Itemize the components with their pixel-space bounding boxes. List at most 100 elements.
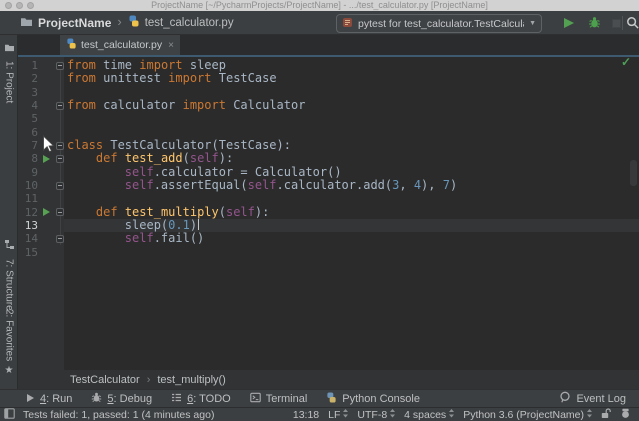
fold-marker-icon[interactable] xyxy=(56,155,64,163)
macos-titlebar: ProjectName [~/PycharmProjects/ProjectNa… xyxy=(0,0,639,11)
code-line[interactable]: 15 xyxy=(18,246,639,259)
code-text: def test_multiply(self): xyxy=(67,206,269,219)
python-file-icon xyxy=(128,14,140,32)
line-number: 1 xyxy=(20,59,38,72)
close-tab-icon[interactable]: × xyxy=(168,40,174,51)
breadcrumb-bar: TestCalculator › test_multiply() xyxy=(18,370,639,389)
tool-button-structure[interactable]: 7: Structure xyxy=(0,237,18,311)
inspections-ok-check-icon[interactable]: ✓ xyxy=(621,55,631,69)
code-line[interactable]: 12 def test_multiply(self): xyxy=(18,206,639,219)
line-number: 12 xyxy=(20,206,38,219)
code-text: class TestCalculator(TestCase): xyxy=(67,139,291,152)
tool-button-event-log[interactable]: Event Log xyxy=(559,390,626,408)
project-folder-icon xyxy=(20,14,33,32)
favorites-star-icon: ★ xyxy=(5,365,14,376)
code-line[interactable]: 13 sleep(0.1) xyxy=(18,219,639,232)
code-line[interactable]: 2 from unittest import TestCase xyxy=(18,72,639,85)
code-line[interactable]: 11 xyxy=(18,192,639,205)
debug-icon xyxy=(91,390,102,408)
editor-tab-test-calculator[interactable]: test_calculator.py × xyxy=(60,35,180,55)
editor-lines: 1from time import sleep2 from unittest im… xyxy=(18,59,639,259)
status-widget-label: UTF-8 xyxy=(357,409,387,421)
unlock-icon[interactable] xyxy=(601,408,611,421)
code-line[interactable]: 5 xyxy=(18,112,639,125)
run-test-gutter-icon[interactable] xyxy=(43,208,50,216)
toolbar-button-label: 4: Run xyxy=(40,393,72,405)
hector-inspector-icon[interactable] xyxy=(620,408,631,421)
terminal-icon xyxy=(250,390,261,408)
nav-chevron-icon: › xyxy=(116,14,122,31)
code-text: self.calculator = Calculator() xyxy=(67,166,342,179)
breadcrumb-method[interactable]: test_multiply() xyxy=(157,374,225,386)
code-line[interactable]: 6 xyxy=(18,126,639,139)
status-bar: Tests failed: 1, passed: 1 (4 minutes ag… xyxy=(0,407,639,421)
nav-file-name[interactable]: test_calculator.py xyxy=(145,17,234,29)
line-number: 13 xyxy=(20,219,38,232)
fold-marker-icon[interactable] xyxy=(56,62,64,70)
code-text: self.fail() xyxy=(67,232,204,245)
tool-button-label: 7: Structure xyxy=(4,259,15,311)
line-number: 7 xyxy=(20,139,38,152)
fold-marker-icon[interactable] xyxy=(56,102,64,110)
run-button[interactable] xyxy=(564,18,574,28)
line-number: 5 xyxy=(20,112,38,125)
breadcrumb-chevron-icon: › xyxy=(147,374,151,386)
status-widget-utf8[interactable]: UTF-8 xyxy=(357,409,395,421)
editor-scrollbar[interactable] xyxy=(630,160,637,186)
text-caret xyxy=(198,219,199,230)
line-number: 4 xyxy=(20,99,38,112)
toolbar-items: 4: Run 5: Debug 6: TODO Terminal Python Cons… xyxy=(25,390,420,408)
code-line[interactable]: 14 self.fail() xyxy=(18,232,639,245)
run-configuration-select[interactable]: pytest for test_calculator.TestCalculato… xyxy=(336,14,542,33)
status-message: Tests failed: 1, passed: 1 (4 minutes ag… xyxy=(23,409,214,421)
fold-marker-icon[interactable] xyxy=(56,208,64,216)
line-number: 15 xyxy=(20,246,38,259)
tool-button-project[interactable]: 1: Project xyxy=(0,39,18,103)
statusbar-widgets: 13:18 LF UTF-8 4 spaces Python 3.6 (ProjectN… xyxy=(293,408,639,421)
fold-marker-icon[interactable] xyxy=(56,235,64,243)
status-widget-python-36-projectname[interactable]: Python 3.6 (ProjectName) xyxy=(463,409,592,421)
code-text: sleep(0.1) xyxy=(67,219,199,232)
code-line[interactable]: 3 xyxy=(18,86,639,99)
line-number: 2 xyxy=(20,72,38,85)
tool-button-terminal[interactable]: Terminal xyxy=(250,390,308,408)
code-line[interactable]: 7 class TestCalculator(TestCase): xyxy=(18,139,639,152)
status-widget-1318: 13:18 xyxy=(293,409,319,421)
event-log-icon xyxy=(559,390,571,408)
toolbar-button-label: Event Log xyxy=(576,393,626,405)
python-file-icon xyxy=(66,36,77,54)
line-number: 10 xyxy=(20,179,38,192)
fold-marker-icon[interactable] xyxy=(56,182,64,190)
toolbar-button-label: Python Console xyxy=(342,393,420,405)
line-number: 3 xyxy=(20,86,38,99)
tool-button-run[interactable]: 4: Run xyxy=(25,390,72,408)
search-everywhere-icon[interactable] xyxy=(626,16,639,35)
tool-button-todo[interactable]: 6: TODO xyxy=(171,390,231,408)
tool-button-favorites[interactable]: 2: Favorites ★ xyxy=(0,309,18,376)
line-number: 14 xyxy=(20,232,38,245)
tool-button-label: 2: Favorites xyxy=(4,309,15,361)
code-line[interactable]: 4from calculator import Calculator xyxy=(18,99,639,112)
pycharm-window: { "window": { "title": "ProjectName [~/P… xyxy=(0,0,639,421)
tool-button-python-console[interactable]: Python Console xyxy=(326,390,420,408)
line-number: 11 xyxy=(20,192,38,205)
code-line[interactable]: 10 self.assertEqual(self.calculator.add(… xyxy=(18,179,639,192)
debug-button[interactable] xyxy=(588,16,601,34)
code-editor[interactable]: 1from time import sleep2 from unittest im… xyxy=(18,57,639,370)
tool-button-debug[interactable]: 5: Debug xyxy=(91,390,152,408)
stop-button[interactable] xyxy=(612,19,621,28)
updown-arrows-icon xyxy=(343,409,348,421)
code-text: def test_add(self): xyxy=(67,152,233,165)
navigation-bar: ProjectName › test_calculator.py pytest … xyxy=(0,11,639,35)
code-line[interactable]: 8 def test_add(self): xyxy=(18,152,639,165)
line-number: 6 xyxy=(20,126,38,139)
nav-project-name[interactable]: ProjectName xyxy=(38,16,111,30)
breadcrumb-class[interactable]: TestCalculator xyxy=(70,374,140,386)
code-text: from unittest import TestCase xyxy=(67,72,277,85)
tool-window-toggle-icon[interactable] xyxy=(4,408,15,421)
code-line[interactable]: 9 self.calculator = Calculator() xyxy=(18,166,639,179)
fold-marker-icon[interactable] xyxy=(56,142,64,150)
status-widget-lf[interactable]: LF xyxy=(328,409,348,421)
status-widget-4-spaces[interactable]: 4 spaces xyxy=(404,409,454,421)
code-line[interactable]: 1from time import sleep xyxy=(18,59,639,72)
